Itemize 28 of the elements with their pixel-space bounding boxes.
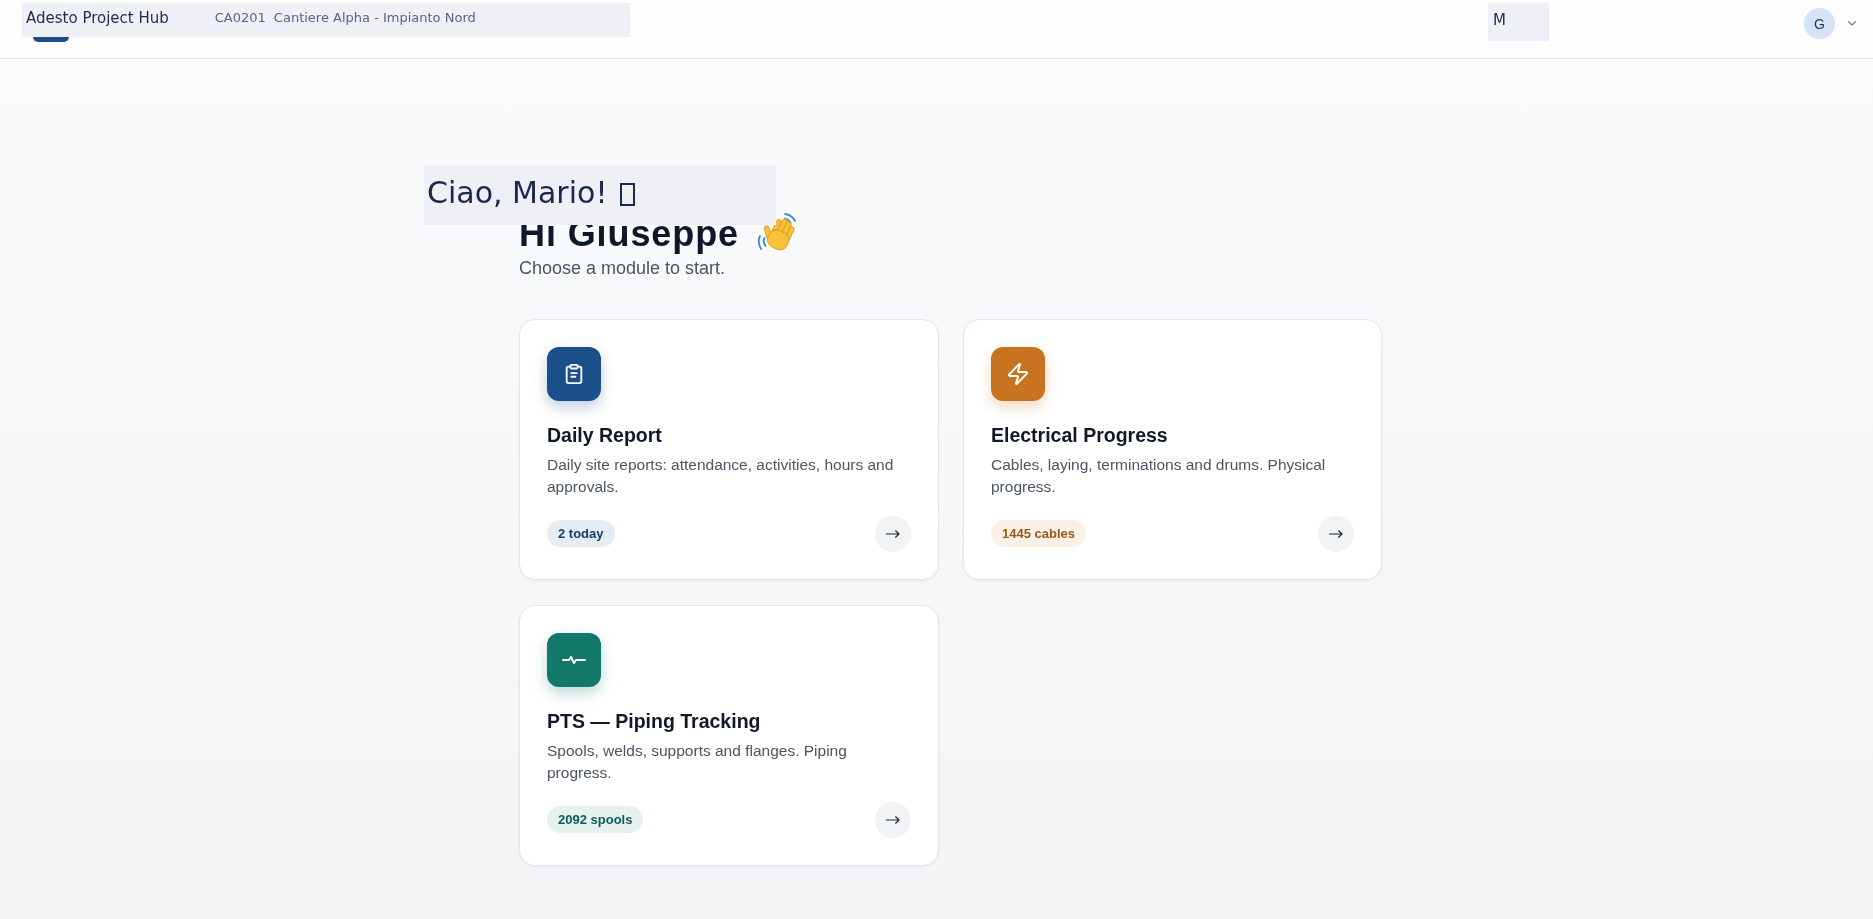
logo-icon [33,37,69,42]
module-description: Cables, laying, terminations and drums. Physical progress. [991,454,1327,497]
greeting-text: Ciao, Mario! [427,174,608,210]
open-module-button[interactable] [875,515,911,552]
module-title: Electrical Progress [991,422,1169,448]
chevron-down-icon[interactable] [1848,21,1856,26]
open-module-button[interactable] [875,801,911,838]
count-badge: 2 today [547,520,615,548]
module-description: Daily site reports: attendance, activities, hours and approvals. [547,454,895,497]
arrow-right-icon [886,529,900,538]
app-title: Adesto Project Hub [26,9,169,27]
count-badge: 2092 spools [547,806,644,834]
module-card[interactable]: Daily Report Daily site reports: attendance, activities, hours and approvals. 2 today [519,318,939,580]
open-module-button[interactable] [1318,515,1354,552]
module-title: Daily Report [547,422,663,448]
project-name: Cantiere Alpha - Impianto Nord [273,9,476,27]
arrow-right-icon [1329,529,1343,538]
module-card[interactable]: Electrical Progress Cables, laying, terminations and drums. Physical progress. 1445 cables [963,318,1382,580]
missing-glyph-icon [620,182,636,206]
overlay-label: M [1488,3,1549,41]
module-description: Spools, welds, supports and flanges. Piping progress. [547,740,848,783]
greeting-subtitle: Choose a module to start. [519,256,727,280]
user-avatar[interactable]: G [1804,8,1835,39]
project-code: CA0201 [214,9,266,27]
count-badge: 1445 cables [991,520,1086,548]
arrow-right-icon [886,815,900,824]
module-card[interactable]: PTS — Piping Tracking Spools, welds, supports and flanges. Piping progress. 2092 spools [519,604,939,866]
module-title: PTS — Piping Tracking [547,708,762,734]
